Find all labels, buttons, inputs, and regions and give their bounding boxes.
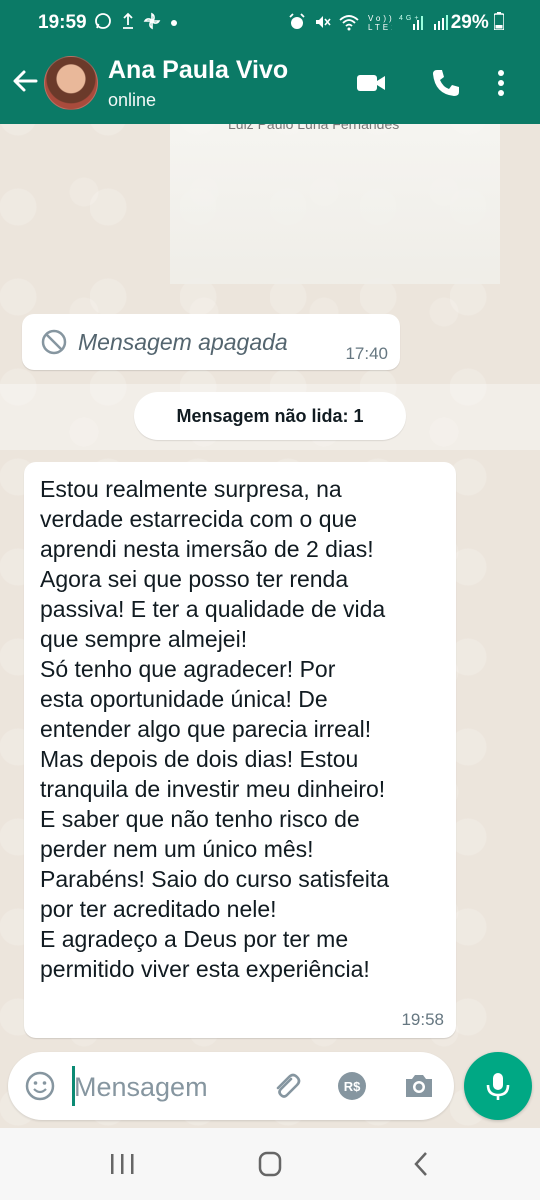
volte-icon: Vo))LTE1 — [368, 14, 396, 32]
block-icon — [41, 329, 67, 355]
mic-icon — [486, 1073, 510, 1100]
unread-count-label: Mensagem não lida: 1 — [134, 392, 406, 440]
message-time: 19:58 — [401, 1010, 444, 1029]
avatar[interactable] — [44, 56, 98, 110]
camera-icon[interactable] — [402, 1070, 436, 1102]
payment-icon[interactable]: R$ — [336, 1070, 368, 1102]
chat-header: Ana Paula Vivo online — [0, 46, 540, 124]
text-cursor — [72, 1066, 75, 1106]
mute-icon — [316, 16, 331, 28]
voice-message-button[interactable] — [464, 1052, 532, 1120]
alarm-icon — [289, 13, 305, 29]
battery-level: 29% — [450, 12, 505, 34]
message-input[interactable] — [72, 1064, 256, 1110]
status-left-icons — [94, 12, 178, 32]
contact-name[interactable]: Ana Paula Vivo — [108, 56, 288, 85]
home-icon[interactable] — [252, 1148, 288, 1180]
notification-dot-icon — [171, 20, 178, 26]
recents-icon[interactable] — [104, 1148, 140, 1180]
message-text: Estou realmente surpresa, na verdade est… — [40, 476, 390, 982]
signal-icon — [433, 15, 448, 30]
emoji-icon[interactable] — [24, 1070, 56, 1102]
caption-fragment-text: Luiz Paulo Luna Fernandes — [228, 124, 400, 132]
message-time: 17:40 — [345, 344, 388, 363]
more-vert-icon[interactable] — [490, 66, 512, 100]
attach-icon[interactable] — [270, 1070, 302, 1102]
upload-icon — [122, 12, 133, 29]
system-nav-bar — [0, 1128, 540, 1200]
svg-text:Vo)): Vo)) — [368, 14, 392, 23]
phone-icon[interactable] — [428, 66, 462, 100]
unread-banner: Mensagem não lida: 1 — [0, 384, 540, 450]
faded-image-message[interactable] — [170, 124, 500, 284]
svg-text:LTE1: LTE1 — [368, 23, 392, 31]
status-time: 19:59 — [38, 12, 87, 33]
message-bubble[interactable]: Estou realmente surpresa, na verdade est… — [24, 462, 456, 1038]
battery-percent: 29% — [450, 12, 489, 33]
message-composer: R$ — [8, 1052, 454, 1120]
whatsapp-icon — [95, 13, 111, 29]
image-caption-fragment: Luiz Paulo Luna Fernandes — [228, 124, 488, 134]
deleted-message-bubble[interactable]: Mensagem apagada 17:40 — [22, 314, 400, 370]
status-bar: 19:59 Vo))LTE1 4G+ 29% — [0, 0, 540, 46]
status-right-icons: Vo))LTE1 4G+ — [288, 13, 452, 32]
pinwheel-icon — [144, 12, 161, 30]
wifi-icon — [339, 15, 359, 31]
signal-icon: 4G+ — [399, 15, 423, 30]
contact-status: online — [108, 90, 157, 110]
svg-text:R$: R$ — [344, 1079, 361, 1094]
back-icon[interactable] — [404, 1148, 440, 1180]
video-call-icon[interactable] — [354, 66, 388, 100]
battery-icon — [493, 12, 505, 31]
deleted-message-text: Mensagem apagada — [78, 329, 288, 355]
back-arrow-icon[interactable] — [8, 64, 42, 98]
